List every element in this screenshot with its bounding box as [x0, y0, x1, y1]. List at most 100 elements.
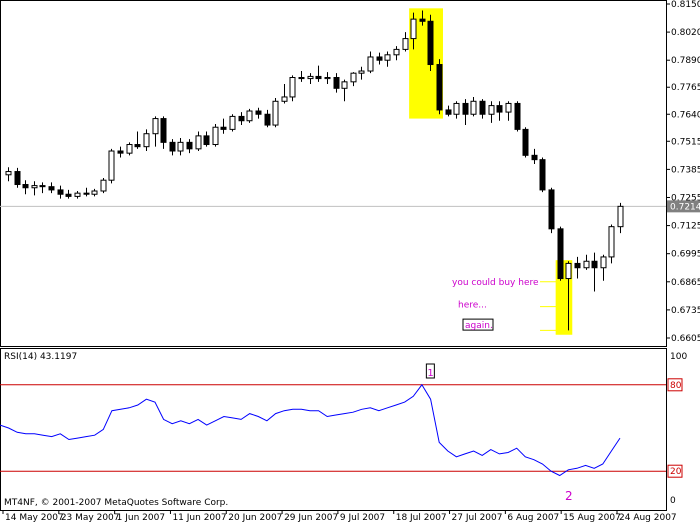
candle — [246, 108, 253, 123]
candle-body — [341, 81, 348, 89]
candle-body — [350, 72, 357, 83]
price-tick-label: 0.8150 — [671, 0, 700, 10]
candle-body — [358, 70, 365, 74]
candle-body — [100, 179, 107, 192]
candle-body — [134, 144, 141, 148]
candle-body — [74, 192, 81, 197]
forex-chart: 0.8150 0.8020 0.7890 0.7765 0.7640 0.7515 0.73… — [0, 0, 700, 523]
candle-body — [220, 126, 227, 130]
date-tick-label: 24 Aug 2007 — [619, 513, 677, 523]
candle-body — [195, 135, 202, 150]
candle-body — [565, 262, 572, 280]
candle — [126, 142, 133, 156]
candle-body — [436, 64, 443, 111]
price-tick-label: 0.8020 — [671, 28, 700, 38]
candle-body — [488, 105, 495, 115]
rsi-tick-label: 100 — [670, 352, 687, 362]
candle-body — [229, 115, 236, 130]
price-tick-label: 0.7515 — [671, 137, 700, 147]
annotation-marker-2: 2 — [565, 489, 573, 503]
price-tick-label: 0.6735 — [671, 306, 700, 316]
candle-body — [212, 126, 219, 146]
candle-body — [65, 193, 72, 197]
rsi-tick-label: 20 — [670, 467, 682, 477]
date-tick-label: 29 Jun 2007 — [284, 513, 338, 523]
candle-body — [333, 77, 340, 89]
candle-body — [384, 54, 391, 61]
candle-body — [505, 102, 512, 113]
candle-body — [608, 226, 615, 258]
candle-body — [31, 185, 38, 189]
candle-body — [48, 186, 55, 191]
price-tick-label: 0.7125 — [671, 222, 700, 232]
candle-body — [281, 96, 288, 102]
rsi-tick-label: 80 — [670, 381, 682, 391]
candle — [548, 187, 555, 234]
candle-body — [203, 135, 210, 146]
candle-body — [14, 171, 21, 186]
candle-body — [238, 115, 245, 122]
date-tick-label: 11 Jun 2007 — [172, 513, 226, 523]
candle-body — [539, 159, 546, 191]
candle-body — [169, 141, 176, 152]
candle — [557, 226, 564, 281]
rsi-panel-frame — [0, 348, 667, 511]
annotation-again: again. — [465, 321, 493, 331]
candle-body — [264, 113, 271, 126]
date-axis: 14 May 200723 May 20071 Jun 2007 11 Jun 2… — [2, 510, 677, 523]
candle-body — [272, 100, 279, 126]
date-tick-label: 18 Jul 2007 — [396, 513, 447, 523]
candle-body — [152, 118, 159, 135]
candle-body — [574, 262, 581, 269]
date-tick-label: 27 Jul 2007 — [452, 513, 503, 523]
annotation-here: here... — [458, 300, 487, 310]
price-tick-label: 0.6605 — [671, 334, 700, 344]
candle-body — [117, 150, 124, 154]
candle-body — [479, 100, 486, 115]
candle — [108, 148, 115, 184]
candle-body — [177, 141, 184, 152]
candle-body — [600, 256, 607, 269]
candle-body — [453, 102, 460, 115]
candle-body — [298, 77, 305, 80]
candle-body — [160, 118, 167, 143]
candle-body — [315, 75, 322, 80]
candle-body — [143, 133, 150, 148]
candle-body — [39, 185, 46, 188]
candle-body — [307, 75, 314, 80]
candle-body — [367, 56, 374, 72]
candle-body — [522, 128, 529, 156]
price-tick-label: 0.6995 — [671, 250, 700, 260]
candle-body — [427, 20, 434, 66]
annotation-marker-1: 1 — [427, 368, 433, 379]
candle — [539, 157, 546, 193]
candle-body — [557, 228, 564, 280]
candle-body — [402, 38, 409, 50]
candle-body — [57, 189, 64, 195]
candle-body — [255, 110, 262, 115]
candle-body — [419, 18, 426, 22]
date-tick-label: 1 Jun 2007 — [117, 513, 165, 523]
candle — [212, 123, 219, 147]
candle-body — [583, 260, 590, 269]
date-tick-label: 23 May 2007 — [61, 513, 120, 523]
candle-body — [496, 105, 503, 113]
candle-body — [548, 189, 555, 230]
rsi-title: RSI(14) 43.1197 — [4, 352, 77, 362]
candle-body — [531, 154, 538, 161]
candle-body — [83, 192, 90, 195]
candle-body — [591, 260, 598, 269]
price-tick-label: 0.7640 — [671, 110, 700, 120]
candle-body — [5, 171, 12, 176]
candle — [100, 178, 107, 194]
date-tick-label: 6 Aug 2007 — [507, 513, 559, 523]
date-tick-label: 15 Aug 2007 — [563, 513, 621, 523]
rsi-axis: 100 80 20 0 — [667, 352, 687, 506]
copyright-text: MT4NF, © 2001-2007 MetaQuotes Software C… — [4, 498, 228, 508]
date-tick-label: 20 Jun 2007 — [228, 513, 282, 523]
candle-body — [246, 110, 253, 122]
candle-body — [289, 77, 296, 98]
candle — [229, 114, 236, 132]
candle-body — [393, 48, 400, 56]
price-axis: 0.8150 0.8020 0.7890 0.7765 0.7640 0.7515 0.73… — [666, 0, 700, 344]
